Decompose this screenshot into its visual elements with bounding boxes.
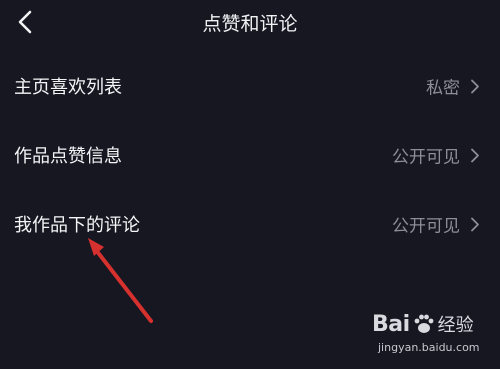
watermark-logo: Bai 经验 <box>372 311 474 337</box>
watermark-url: jingyan.baidu.com <box>378 341 480 354</box>
paw-icon <box>414 314 434 333</box>
watermark-brand: Bai <box>372 311 410 337</box>
watermark-suffix: 经验 <box>437 315 474 336</box>
baidu-jingyan-watermark: Bai 经验 jingyan.baidu.com <box>372 311 490 361</box>
